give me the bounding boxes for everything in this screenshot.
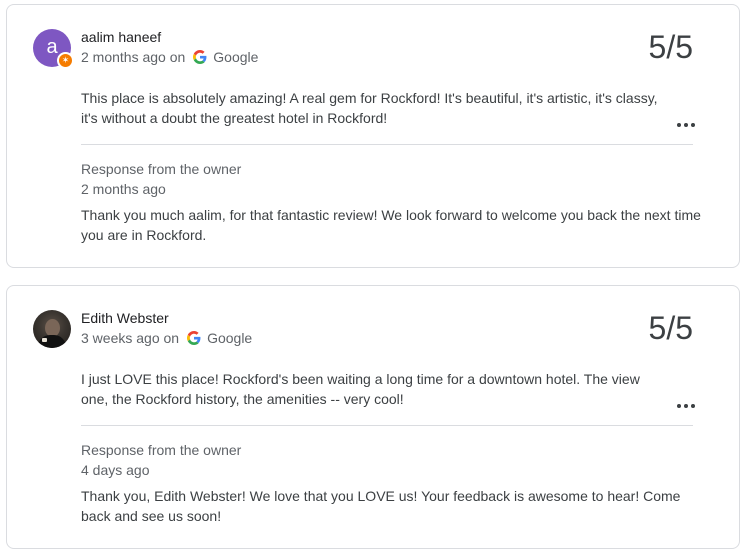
- more-horizontal-icon: [677, 123, 681, 127]
- divider: [81, 425, 693, 426]
- review-meta: 2 months ago on Google: [81, 49, 258, 65]
- review-source: Google: [213, 49, 259, 65]
- owner-response-time: 2 months ago: [81, 181, 166, 197]
- google-g-icon: [187, 331, 201, 345]
- owner-response-title: Response from the owner: [81, 161, 242, 177]
- review-card: Edith Webster 3 weeks ago on Google 5/5 …: [6, 285, 740, 549]
- reviewer-name[interactable]: Edith Webster: [81, 310, 169, 326]
- more-options-button[interactable]: [675, 118, 697, 132]
- owner-response-title: Response from the owner: [81, 442, 242, 458]
- more-horizontal-icon: [677, 404, 681, 408]
- more-options-button[interactable]: [675, 399, 697, 413]
- review-source: Google: [207, 330, 253, 346]
- owner-response-text: Thank you, Edith Webster! We love that y…: [81, 488, 681, 524]
- review-time: 2 months ago on: [81, 49, 186, 65]
- review-meta: 3 weeks ago on Google: [81, 330, 252, 346]
- review-text: I just LOVE this place! Rockford's been …: [81, 371, 640, 407]
- review-time: 3 weeks ago on: [81, 330, 180, 346]
- owner-response-time: 4 days ago: [81, 462, 150, 478]
- owner-response-text: Thank you much aalim, for that fantastic…: [81, 207, 701, 243]
- review-score: 5/5: [648, 310, 693, 346]
- review-card: a ✶ aalim haneef 2 months ago on Google …: [6, 4, 740, 268]
- review-text: This place is absolutely amazing! A real…: [81, 90, 658, 126]
- local-guide-badge-icon: ✶: [57, 52, 74, 69]
- google-g-icon: [193, 50, 207, 64]
- divider: [81, 144, 693, 145]
- avatar[interactable]: [33, 310, 71, 348]
- avatar[interactable]: a ✶: [33, 29, 74, 69]
- review-score: 5/5: [648, 29, 693, 65]
- reviewer-name[interactable]: aalim haneef: [81, 29, 161, 45]
- avatar-letter: a: [46, 36, 58, 58]
